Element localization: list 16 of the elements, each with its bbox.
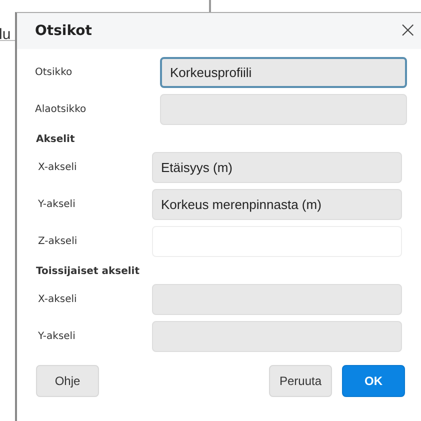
document-text: lu bbox=[0, 26, 11, 43]
field-label: Alaotsikko bbox=[35, 104, 86, 115]
text-field[interactable]: Korkeusprofiili bbox=[160, 57, 407, 88]
ok-button[interactable]: OK bbox=[342, 365, 405, 397]
section-heading: Toissijaiset akselit bbox=[36, 266, 140, 277]
section-heading: Akselit bbox=[36, 134, 75, 145]
cancel-button[interactable]: Peruuta bbox=[269, 365, 332, 397]
close-button[interactable]: × bbox=[394, 20, 421, 42]
field-label: X-akseli bbox=[38, 162, 77, 173]
field-label: Otsikko bbox=[35, 67, 72, 78]
dialog-title: Otsikot bbox=[35, 23, 92, 39]
field-label: Y-akseli bbox=[38, 199, 76, 210]
help-button[interactable]: Ohje bbox=[36, 365, 99, 397]
field-label: Y-akseli bbox=[38, 331, 76, 342]
field-label: X-akseli bbox=[38, 294, 77, 305]
field-label: Z-akseli bbox=[38, 236, 78, 247]
